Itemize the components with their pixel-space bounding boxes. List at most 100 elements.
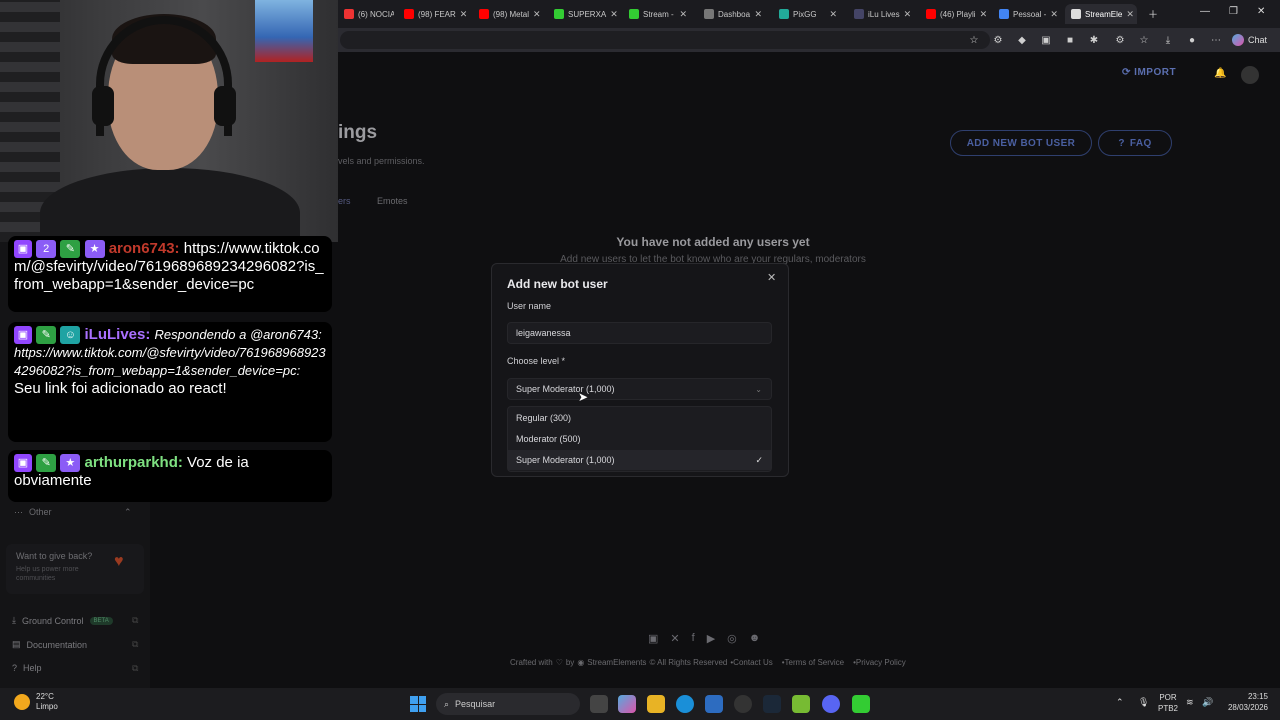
edge-icon[interactable] — [676, 695, 694, 713]
adblock-icon[interactable]: ■ — [1063, 33, 1077, 47]
level-option-regular[interactable]: Regular (300) — [508, 408, 771, 428]
profile-icon[interactable]: ● — [1185, 33, 1199, 47]
level-option-moderator[interactable]: Moderator (500) — [508, 429, 771, 449]
file-explorer-icon[interactable] — [647, 695, 665, 713]
minimize-icon[interactable]: — — [1200, 6, 1210, 17]
tab-close-icon[interactable]: ✕ — [1126, 9, 1134, 20]
microphone-icon[interactable]: 🎙 — [1138, 697, 1149, 708]
add-new-bot-user-button[interactable]: ADD NEW BOT USER — [950, 130, 1092, 156]
footer-contact-link[interactable]: •Contact Us — [730, 658, 772, 667]
browser-tab[interactable]: (6) NOCIA✕ — [338, 4, 394, 24]
favorites-icon[interactable]: ☆ — [1137, 33, 1151, 47]
tab-label: (98) FEAR — [418, 9, 456, 19]
tab-favicon-icon — [1071, 9, 1081, 19]
discord-icon[interactable] — [822, 695, 840, 713]
give-back-subtitle: Help us power more communities — [16, 566, 79, 583]
sidebar-other-label: Other — [29, 507, 52, 517]
lang-primary: POR — [1159, 693, 1177, 702]
faq-label: FAQ — [1129, 137, 1152, 149]
language-indicator[interactable]: POR PTB2 — [1158, 693, 1178, 715]
sidebar-item-help[interactable]: ? Help — [12, 663, 42, 673]
tab-close-icon[interactable]: ✕ — [754, 9, 762, 20]
heart-icon: ♥ — [114, 553, 124, 570]
excel-icon[interactable] — [852, 695, 870, 713]
sidebar-item-ground-control[interactable]: ⤓ Ground Control BETA — [12, 615, 113, 626]
lang-secondary: PTB2 — [1158, 703, 1179, 713]
instagram-icon[interactable]: ◎ — [727, 632, 737, 645]
puzzle-icon[interactable]: ✱ — [1087, 33, 1101, 47]
browser-tab[interactable]: SUPERXA ✕ — [548, 4, 618, 24]
import-button[interactable]: ⟳ IMPORT — [1122, 67, 1176, 78]
browser-tab[interactable]: Dashboa ✕ — [698, 4, 768, 24]
help-circle-icon: ? — [1118, 137, 1125, 149]
level-option-super-moderator[interactable]: Super Moderator (1,000) ✓ — [508, 450, 771, 470]
task-view-icon[interactable] — [590, 695, 608, 713]
shield-icon[interactable]: ◆ — [1015, 33, 1029, 47]
browser-tab[interactable]: Stream - ✕ — [623, 4, 693, 24]
weather-widget[interactable]: 22°C Limpo — [14, 692, 58, 711]
footer-terms-link[interactable]: •Terms of Service — [782, 658, 844, 667]
faq-button[interactable]: ? FAQ — [1098, 130, 1172, 156]
chatgpt-icon[interactable] — [734, 695, 752, 713]
bell-icon[interactable]: 🔔 — [1214, 68, 1226, 79]
discord-icon[interactable]: ☻ — [749, 632, 761, 645]
clock[interactable]: 23:15 28/03/2026 — [1220, 692, 1268, 714]
badge-icon: ✎ — [60, 240, 81, 259]
taskbar-search[interactable]: ⌕ Pesquisar — [436, 693, 580, 715]
tab-close-icon[interactable]: ✕ — [904, 9, 912, 20]
close-icon[interactable]: ✕ — [767, 271, 776, 284]
settings-icon[interactable]: ⚙ — [1113, 33, 1127, 47]
chevron-up-icon[interactable]: ⌃ — [1116, 697, 1124, 708]
windows-start-icon[interactable] — [410, 696, 426, 712]
app-icon[interactable] — [792, 695, 810, 713]
copilot-chat-button[interactable]: Chat — [1232, 31, 1267, 49]
download-icon: ⤓ — [12, 615, 16, 625]
browser-tab[interactable]: (98) FEAR ✕ — [398, 4, 468, 24]
level-select[interactable]: Super Moderator (1,000) ⌄ — [507, 378, 772, 400]
close-window-icon[interactable]: ✕ — [1257, 6, 1265, 17]
maximize-icon[interactable]: ❐ — [1229, 6, 1238, 17]
chat-message: ▣ 2 ✎ ★ aron6743: https://www.tiktok.com… — [8, 236, 332, 312]
store-icon[interactable] — [705, 695, 723, 713]
tab-close-icon[interactable]: ✕ — [533, 9, 541, 20]
footer-privacy-link[interactable]: •Privacy Policy — [853, 658, 906, 667]
tab-favicon-icon — [854, 9, 864, 19]
extension-icon[interactable]: ⚙ — [991, 33, 1005, 47]
avatar[interactable] — [1241, 66, 1259, 84]
browser-tab[interactable]: (98) Metal ✕ — [473, 4, 543, 24]
sidebar-item-other[interactable]: ⋯ Other ⌃ — [14, 507, 132, 518]
tab-emotes[interactable]: Emotes — [377, 196, 408, 206]
badge-icon: ✎ — [36, 326, 57, 345]
tab-close-icon[interactable]: ✕ — [980, 9, 988, 20]
browser-tab[interactable]: PixGG ✕ — [773, 4, 843, 24]
facebook-icon[interactable]: f — [692, 632, 695, 645]
steam-icon[interactable] — [763, 695, 781, 713]
browser-tab[interactable]: iLu Lives ✕ — [848, 4, 916, 24]
star-icon[interactable]: ☆ — [967, 33, 981, 47]
new-tab-icon[interactable]: ＋ — [1148, 6, 1158, 21]
headset-ear-left — [92, 86, 114, 126]
tab-close-icon[interactable]: ✕ — [679, 9, 687, 20]
x-icon[interactable]: ✕ — [670, 632, 679, 645]
tab-label: SUPERXA — [568, 9, 607, 19]
more-icon[interactable]: ⋯ — [1209, 33, 1223, 47]
tab-close-icon[interactable]: ✕ — [460, 9, 468, 20]
translate-icon[interactable]: ▣ — [1039, 33, 1053, 47]
footer-crafted: Crafted with — [510, 658, 553, 667]
username-input[interactable]: leigawanessa — [507, 322, 772, 344]
browser-tab[interactable]: (46) Playli ✕ — [920, 4, 988, 24]
address-bar[interactable] — [340, 31, 990, 49]
copilot-icon[interactable] — [618, 695, 636, 713]
wifi-icon[interactable]: ≋ — [1186, 697, 1194, 708]
volume-icon[interactable]: 🔊 — [1202, 697, 1213, 708]
twitch-icon[interactable]: ▣ — [648, 632, 658, 645]
download-icon[interactable]: ⤓ — [1161, 33, 1175, 47]
sidebar-item-documentation[interactable]: ▤ Documentation — [12, 639, 87, 650]
tab-close-icon[interactable]: ✕ — [829, 9, 837, 20]
browser-tab[interactable]: Pessoal - ✕ — [993, 4, 1061, 24]
tab-close-icon[interactable]: ✕ — [610, 9, 618, 20]
browser-tab[interactable]: StreamEle ✕ — [1065, 4, 1137, 24]
tab-users[interactable]: ers — [338, 196, 351, 206]
youtube-icon[interactable]: ▶ — [707, 632, 715, 645]
tab-close-icon[interactable]: ✕ — [1050, 9, 1058, 20]
